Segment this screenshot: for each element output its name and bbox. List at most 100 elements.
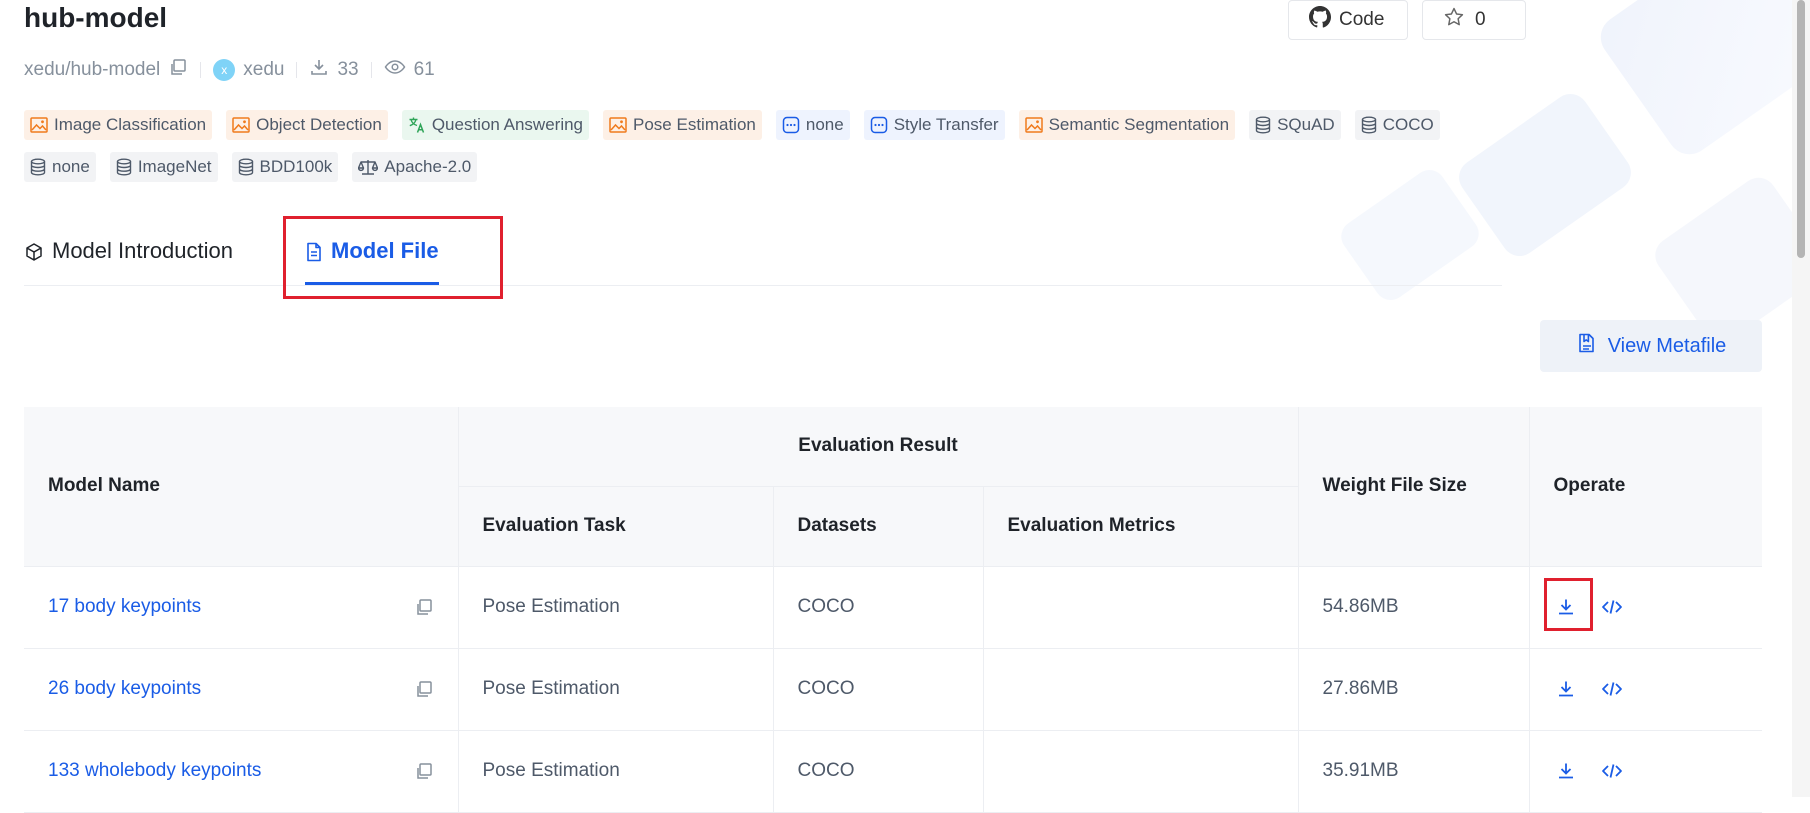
meta-divider: [200, 62, 202, 78]
tag-label: COCO: [1382, 115, 1434, 134]
code-icon[interactable]: [1600, 759, 1624, 783]
star-button[interactable]: 0: [1422, 0, 1526, 40]
eye-icon: [384, 57, 406, 83]
meta-divider: [296, 62, 298, 78]
header-operate: Operate: [1529, 407, 1763, 567]
metafile-icon: [1576, 332, 1598, 360]
page-title: hub-model: [24, 2, 168, 33]
model-name-link[interactable]: 26 body keypoints: [48, 678, 201, 700]
cell-weight-file-size: 27.86MB: [1298, 648, 1530, 731]
tag-coco[interactable]: COCO: [1354, 110, 1440, 140]
cell-weight-file-size: 54.86MB: [1298, 566, 1530, 649]
header-datasets: Datasets: [773, 486, 984, 567]
tab-label: Model File: [331, 238, 439, 263]
model-table: Model Name Evaluation Result Weight File…: [24, 407, 1763, 813]
tab-label: Model Introduction: [52, 238, 233, 263]
model-name-link[interactable]: 133 wholebody keypoints: [48, 760, 261, 782]
tag-label: SQuAD: [1277, 115, 1335, 134]
cell-operate: [1529, 566, 1763, 649]
cell-evaluation-task: Pose Estimation: [458, 566, 774, 649]
owner-name: xedu: [243, 59, 285, 80]
tab-model-introduction[interactable]: Model Introduction: [24, 225, 233, 285]
copy-icon[interactable]: [168, 57, 188, 83]
tag-pose-estimation[interactable]: Pose Estimation: [603, 110, 762, 140]
tag-style-transfer[interactable]: Style Transfer: [863, 110, 1005, 140]
cell-model-name: 26 body keypoints: [24, 648, 459, 731]
cell-evaluation-task: Pose Estimation: [458, 730, 774, 813]
download-icon[interactable]: [1554, 677, 1578, 701]
header-model-name: Model Name: [24, 407, 459, 567]
tag-apache-2-0[interactable]: Apache-2.0: [352, 152, 478, 182]
database-icon: [30, 158, 46, 176]
repo-meta-row: xedu/hub-model x xedu 33 61: [24, 56, 435, 84]
image-icon: [1024, 117, 1043, 133]
tag-label: Image Classification: [54, 115, 207, 134]
cube-icon: [24, 242, 44, 268]
tag-object-detection[interactable]: Object Detection: [226, 110, 388, 140]
meta-divider: [370, 62, 372, 78]
tag-label: Pose Estimation: [633, 115, 756, 134]
tag-image-classification[interactable]: Image Classification: [24, 110, 213, 140]
star-count: 0: [1475, 9, 1486, 30]
tag-bdd100k[interactable]: BDD100k: [231, 152, 339, 182]
vertical-scrollbar[interactable]: [1792, 0, 1810, 797]
database-icon: [116, 158, 132, 176]
cell-operate: [1529, 730, 1763, 813]
tag-none[interactable]: none: [775, 110, 850, 140]
tag-none[interactable]: none: [24, 152, 96, 182]
cell-model-name: 133 wholebody keypoints: [24, 730, 459, 813]
tab-model-file[interactable]: Model File: [305, 225, 439, 285]
tag-squad[interactable]: SQuAD: [1249, 110, 1341, 140]
scrollbar-thumb[interactable]: [1797, 0, 1805, 258]
header-evaluation-metrics: Evaluation Metrics: [983, 486, 1299, 567]
more-icon: [870, 116, 888, 134]
table-row: 26 body keypoints Pose Estimation COCO 27.8…: [24, 648, 1763, 731]
tag-label: Apache-2.0: [384, 157, 472, 176]
code-icon[interactable]: [1600, 595, 1624, 619]
copy-icon[interactable]: [414, 679, 434, 699]
scale-icon: [358, 158, 379, 176]
cell-model-name: 17 body keypoints: [24, 566, 459, 649]
database-icon: [1255, 116, 1271, 134]
copy-icon[interactable]: [414, 761, 434, 781]
tab-bar: Model Introduction Model File: [24, 225, 1502, 286]
tag-label: BDD100k: [259, 157, 333, 176]
cell-dataset: COCO: [773, 566, 984, 649]
code-button-label: Code: [1339, 9, 1385, 30]
download-count: 33: [337, 59, 359, 80]
star-icon: [1443, 6, 1465, 34]
document-icon: [305, 242, 323, 268]
download-icon[interactable]: [1554, 595, 1578, 619]
image-icon: [609, 117, 627, 133]
avatar: x: [213, 59, 236, 81]
cell-operate: [1529, 648, 1763, 731]
tag-question-answering[interactable]: Question Answering: [401, 110, 590, 140]
tag-label: Semantic Segmentation: [1048, 115, 1230, 134]
model-name-link[interactable]: 17 body keypoints: [48, 596, 201, 618]
active-tab-underline: [305, 282, 439, 285]
cell-weight-file-size: 35.91MB: [1298, 730, 1530, 813]
github-icon: [1309, 6, 1332, 34]
table-row: 17 body keypoints Pose Estimation COCO 54.8…: [24, 566, 1763, 649]
owner-link[interactable]: x xedu: [213, 59, 284, 81]
cell-evaluation-metrics: [983, 648, 1299, 731]
view-metafile-button[interactable]: View Metafile: [1540, 320, 1762, 372]
cell-evaluation-metrics: [983, 566, 1299, 649]
tag-imagenet[interactable]: ImageNet: [109, 152, 218, 182]
copy-icon[interactable]: [414, 597, 434, 617]
tag-label: Question Answering: [431, 115, 584, 134]
code-button[interactable]: Code: [1288, 0, 1408, 40]
view-count: 61: [413, 59, 435, 80]
header-evaluation-result: Evaluation Result: [458, 407, 1299, 487]
tag-label: Object Detection: [256, 115, 382, 134]
code-icon[interactable]: [1600, 677, 1624, 701]
tag-semantic-segmentation[interactable]: Semantic Segmentation: [1018, 110, 1236, 140]
tag-label: none: [805, 115, 844, 134]
image-icon: [232, 117, 250, 133]
tag-label: ImageNet: [137, 157, 212, 176]
download-icon[interactable]: [1554, 759, 1578, 783]
tag-label: none: [52, 157, 90, 176]
cell-evaluation-metrics: [983, 730, 1299, 813]
tag-label: Style Transfer: [893, 115, 999, 134]
header-evaluation-task: Evaluation Task: [458, 486, 774, 567]
